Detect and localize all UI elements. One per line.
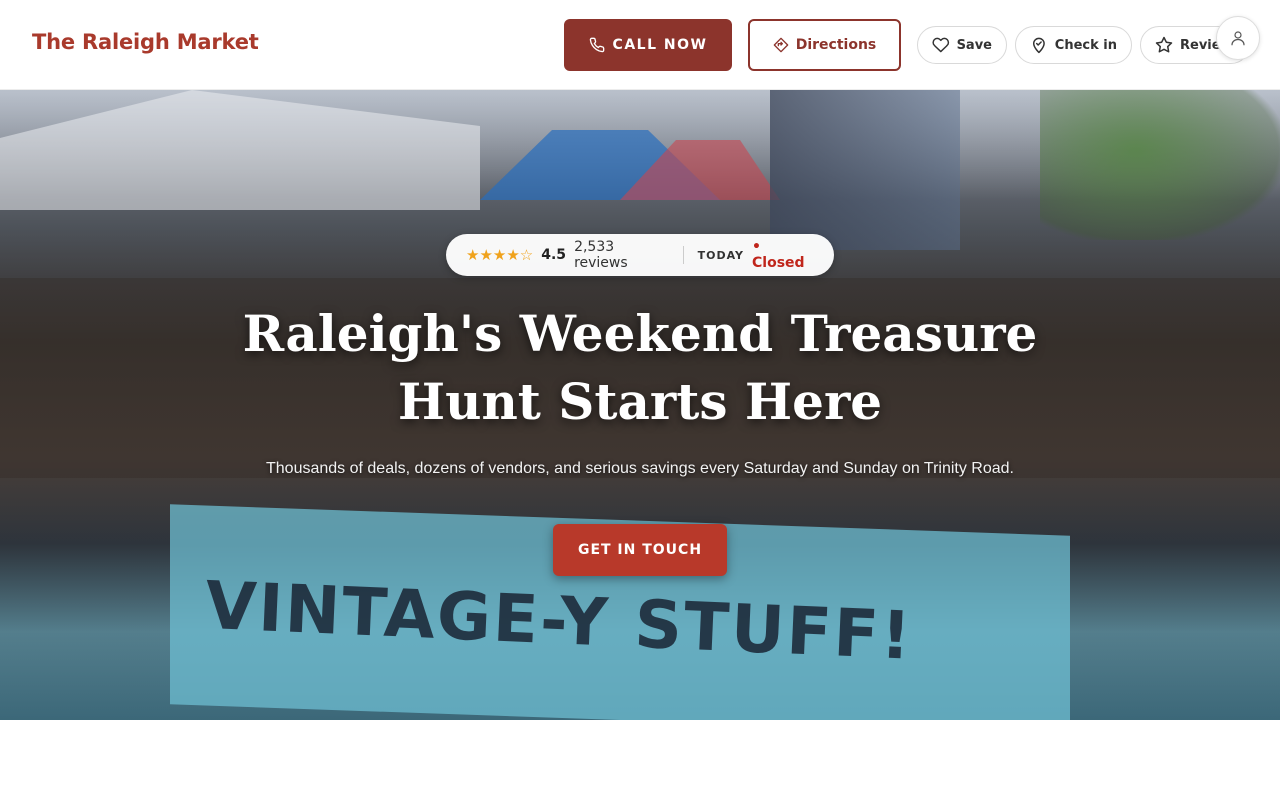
check-in-button[interactable]: Check in xyxy=(1015,26,1132,64)
rating-value: 4.5 xyxy=(541,247,567,263)
open-status: • Closed xyxy=(752,239,805,271)
hero-subtitle: Thousands of deals, dozens of vendors, a… xyxy=(266,460,1014,477)
today-label: TODAY xyxy=(697,248,745,262)
call-now-button[interactable]: CALL NOW xyxy=(564,19,732,71)
directions-label: Directions xyxy=(795,37,877,53)
rating-status-pill: ★★★★☆ 4.5 2,533 reviews TODAY • Closed xyxy=(446,234,834,276)
hero-title: Raleigh's Weekend Treasure Hunt Starts H… xyxy=(242,304,1038,431)
account-button[interactable] xyxy=(1216,16,1260,60)
directions-button[interactable]: Directions xyxy=(748,19,901,71)
hero-banner: VINTAGE-Y STUFF! ★★★★☆ 4.5 2,533 reviews… xyxy=(0,90,1280,720)
pill-divider xyxy=(682,246,684,264)
brand-logo[interactable]: The Raleigh Market xyxy=(32,30,259,54)
hero-photo-trees xyxy=(1040,90,1280,240)
review-count[interactable]: 2,533 reviews xyxy=(574,239,669,271)
save-button[interactable]: Save xyxy=(917,26,1007,64)
get-in-touch-button[interactable]: GET IN TOUCH xyxy=(553,524,727,576)
directions-diamond-icon xyxy=(773,37,789,53)
phone-icon xyxy=(589,37,604,53)
user-icon xyxy=(1231,31,1245,46)
site-header: The Raleigh Market CALL NOW Directions S… xyxy=(0,0,1280,90)
save-label: Save xyxy=(956,37,992,53)
page-content-start xyxy=(0,720,1280,800)
rating-stars: ★★★★☆ xyxy=(466,246,534,264)
star-icon xyxy=(1155,36,1173,53)
map-pin-icon xyxy=(1032,37,1045,54)
heart-icon xyxy=(932,37,950,53)
call-now-label: CALL NOW xyxy=(612,37,708,53)
hero-photo-building xyxy=(770,90,960,250)
check-in-label: Check in xyxy=(1054,37,1117,53)
get-in-touch-label: GET IN TOUCH xyxy=(577,542,703,558)
